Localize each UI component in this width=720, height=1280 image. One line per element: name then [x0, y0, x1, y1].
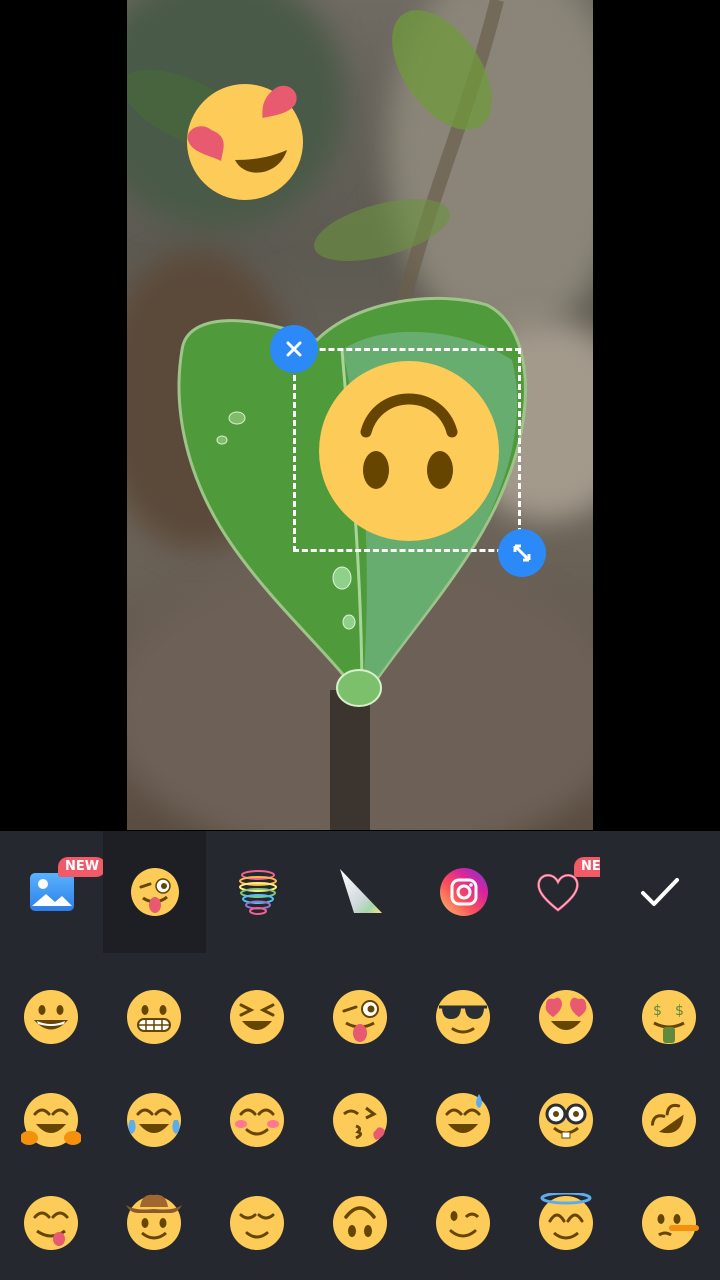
emoji-relieved-face[interactable]: [227, 1193, 287, 1253]
tab-neon-heart[interactable]: NEW: [515, 831, 600, 953]
resize-sticker-button[interactable]: [498, 529, 546, 577]
money-mouth-face-icon: $ $: [642, 990, 696, 1044]
instagram-icon: [439, 868, 488, 916]
winking-tongue-face-icon: [130, 868, 179, 916]
emoji-smiling-blush-face[interactable]: [227, 1090, 287, 1150]
rainbow-spring-icon: [238, 870, 277, 915]
emoji-tears-of-joy-face[interactable]: [124, 1090, 184, 1150]
cowboy-face-icon: [126, 1194, 182, 1250]
emoji-grid: $ $: [0, 953, 720, 1280]
sticker-selection-frame: [293, 348, 521, 552]
emoji-hugging-face[interactable]: [20, 1090, 82, 1150]
emoji-heart-eyes-face[interactable]: [536, 987, 596, 1047]
rofl-face-icon: [642, 1093, 696, 1147]
emoji-squinting-face[interactable]: [227, 987, 287, 1047]
emoji-kissing-heart-face[interactable]: [330, 1090, 390, 1150]
resize-arrows-icon: [513, 544, 531, 562]
delete-sticker-button[interactable]: [270, 325, 318, 373]
grinning-face-icon: [24, 990, 78, 1044]
emoji-nerd-face[interactable]: [536, 1090, 596, 1150]
wink-face-icon: [436, 1196, 490, 1250]
svg-text:$: $: [653, 1003, 662, 1019]
lying-face-icon: [642, 1196, 699, 1250]
emoji-wink-face[interactable]: [433, 1193, 493, 1253]
heart-eyes-face-icon: [187, 84, 303, 200]
emoji-sunglasses-face[interactable]: [433, 987, 493, 1047]
emoji-winking-tongue-face[interactable]: [330, 987, 390, 1047]
sunglasses-face-icon: [436, 990, 490, 1044]
sweat-smile-face-icon: [436, 1093, 490, 1147]
emoji-upside-down-face[interactable]: [330, 1193, 390, 1253]
confirm-button[interactable]: [600, 831, 720, 953]
tab-instagram[interactable]: [412, 831, 515, 953]
emoji-sweat-smile-face[interactable]: [433, 1090, 493, 1150]
tab-light-prism[interactable]: [309, 831, 412, 953]
nerd-face-icon: [539, 1093, 593, 1147]
yum-face-icon: [24, 1196, 78, 1250]
tab-gallery[interactable]: NEW: [0, 831, 107, 953]
grimacing-face-icon: [127, 990, 181, 1044]
heart-eyes-face-icon: [539, 990, 593, 1044]
hugging-face-icon: [20, 1093, 82, 1147]
upside-down-face-icon: [333, 1196, 387, 1250]
emoji-grimacing-face[interactable]: [124, 987, 184, 1047]
winking-tongue-face-icon: [333, 990, 387, 1044]
new-badge: NEW: [574, 857, 600, 877]
close-icon: [286, 341, 302, 357]
emoji-cowboy-face[interactable]: [124, 1193, 184, 1253]
emoji-rofl-face[interactable]: [639, 1090, 699, 1150]
emoji-yum-face[interactable]: [21, 1193, 81, 1253]
smiling-blush-face-icon: [230, 1093, 284, 1147]
svg-text:$: $: [675, 1003, 684, 1019]
kissing-heart-face-icon: [333, 1093, 387, 1147]
sticker-heart-eyes-face[interactable]: [183, 78, 305, 200]
relieved-face-icon: [230, 1196, 284, 1250]
emoji-lying-face[interactable]: [639, 1193, 699, 1253]
sticker-category-toolbar: NEW NE: [0, 831, 720, 953]
emoji-money-mouth-face[interactable]: $ $: [639, 987, 699, 1047]
tab-rainbow-spring[interactable]: [206, 831, 309, 953]
emoji-halo-face[interactable]: [536, 1191, 596, 1253]
halo-face-icon: [539, 1191, 593, 1250]
squinting-face-icon: [230, 990, 284, 1044]
image-gallery-icon: [29, 873, 74, 911]
emoji-grinning-face[interactable]: [21, 987, 81, 1047]
tears-of-joy-face-icon: [127, 1093, 181, 1147]
light-prism-icon: [339, 869, 382, 913]
checkmark-icon: [641, 878, 679, 906]
tab-emoji[interactable]: [103, 831, 206, 953]
new-badge: NEW: [58, 857, 107, 877]
